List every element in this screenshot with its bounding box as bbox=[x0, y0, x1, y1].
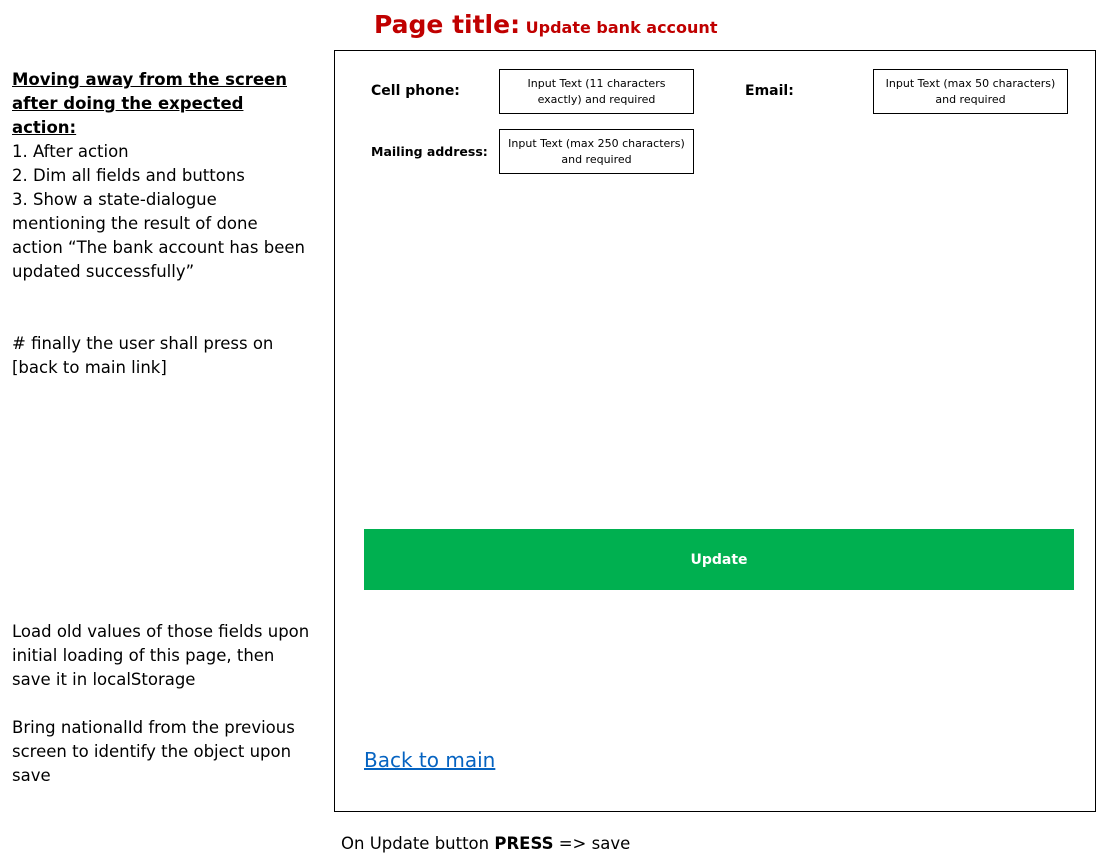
mailing-address-input[interactable]: Input Text (max 250 characters) and requ… bbox=[499, 129, 694, 174]
email-input[interactable]: Input Text (max 50 characters) and requi… bbox=[873, 69, 1068, 114]
notes-bottom-spacer bbox=[12, 692, 312, 716]
back-to-main-link[interactable]: Back to main bbox=[364, 748, 495, 772]
page-title: Page title: Update bank account bbox=[374, 10, 717, 39]
national-id-note: Bring nationalId from the previous scree… bbox=[12, 718, 295, 785]
page-title-value: Update bank account bbox=[525, 18, 718, 37]
email-label: Email: bbox=[745, 83, 794, 99]
footer-suffix: => save bbox=[558, 834, 631, 853]
footer-prefix: On Update button bbox=[341, 834, 490, 853]
load-values-note: Load old values of those fields upon ini… bbox=[12, 622, 310, 689]
notes-step-2: 2. Dim all fields and buttons bbox=[12, 166, 245, 185]
update-button[interactable]: Update bbox=[364, 529, 1074, 590]
cell-phone-input[interactable]: Input Text (11 characters exactly) and r… bbox=[499, 69, 694, 114]
footer-emphasis: PRESS bbox=[494, 834, 554, 853]
screen-frame: Cell phone: Input Text (11 characters ex… bbox=[334, 50, 1096, 812]
notes-spacer bbox=[12, 284, 312, 332]
notes-panel: Moving away from the screen after doing … bbox=[12, 68, 312, 380]
notes-final: # finally the user shall press on [back … bbox=[12, 334, 274, 377]
cell-phone-label: Cell phone: bbox=[371, 83, 460, 99]
footer-note: On Update button PRESS => save bbox=[341, 834, 630, 853]
notes-bottom-panel: Load old values of those fields upon ini… bbox=[12, 620, 312, 788]
mailing-address-label: Mailing address: bbox=[371, 144, 488, 159]
notes-heading: Moving away from the screen after doing … bbox=[12, 70, 287, 137]
notes-step-3: 3. Show a state-dialogue mentioning the … bbox=[12, 190, 305, 281]
notes-step-1: 1. After action bbox=[12, 142, 129, 161]
page-title-prefix: Page title: bbox=[374, 10, 521, 39]
